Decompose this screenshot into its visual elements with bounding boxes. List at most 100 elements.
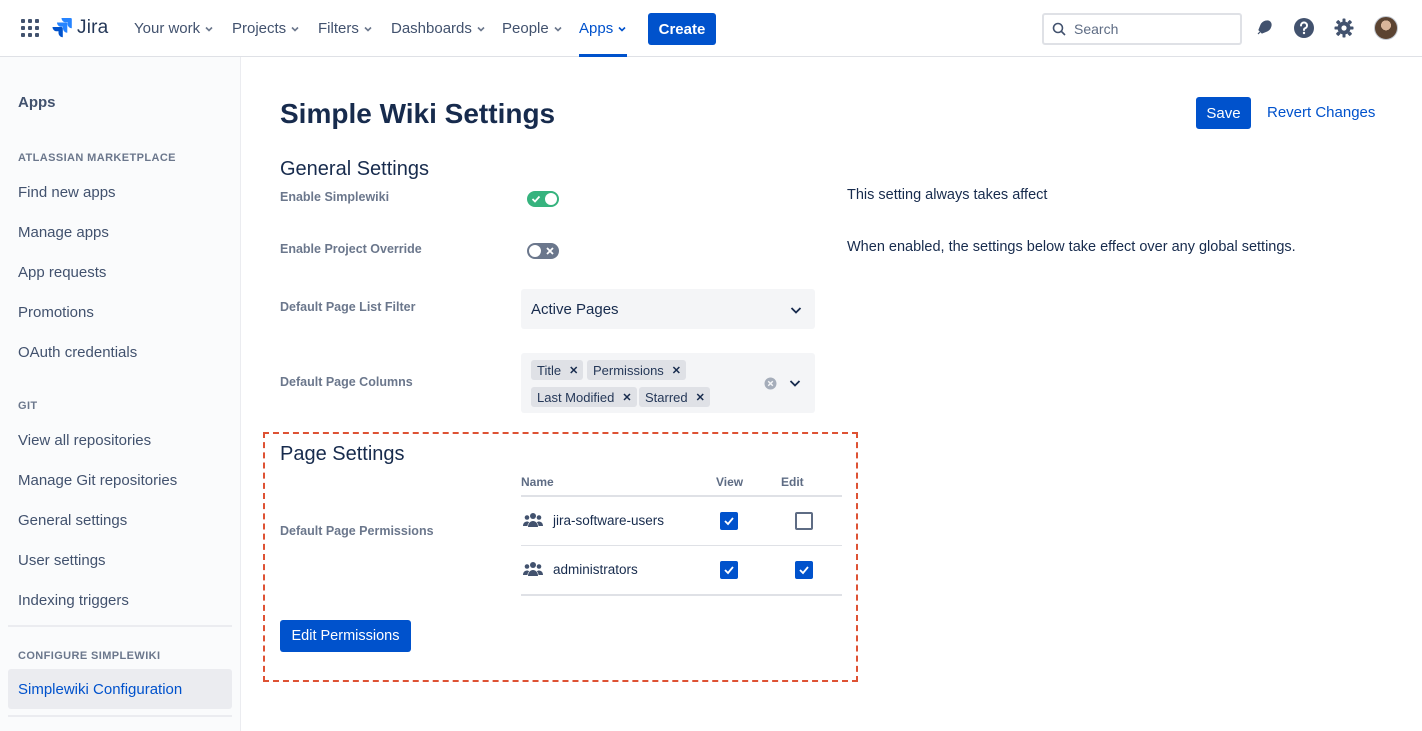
toggle-knob [529,245,541,257]
tag-label: Last Modified [537,389,615,405]
sidebar-item-app-requests[interactable]: App requests [18,264,106,281]
sidebar-item-oauth-credentials[interactable]: OAuth credentials [18,344,137,361]
sidebar-item-general-settings[interactable]: General settings [18,512,127,529]
chevron-down-icon [790,307,802,314]
revert-changes-link[interactable]: Revert Changes [1267,104,1375,121]
default-page-columns-label: Default Page Columns [280,375,413,389]
chevron-down-icon[interactable] [788,376,802,390]
group-name: jira-software-users [553,513,665,528]
check-icon [724,517,734,526]
general-settings-title: General Settings [280,158,429,180]
nav-label: People [502,20,549,37]
remove-tag-icon[interactable]: ✕ [672,364,681,377]
page-settings-title: Page Settings [280,443,405,465]
chevron-down-icon [205,26,213,32]
sidebar-divider [8,715,232,717]
default-page-list-filter-label: Default Page List Filter [280,300,416,314]
column-tag-starred: Starred ✕ [639,387,710,407]
avatar[interactable] [1374,16,1398,40]
search-placeholder: Search [1074,21,1119,37]
nav-dashboards[interactable]: Dashboards [391,0,486,57]
page-title: Simple Wiki Settings [280,98,556,129]
sidebar-divider [8,625,232,627]
group-icon [523,513,543,527]
create-button[interactable]: Create [648,13,716,45]
clear-icon[interactable] [764,377,777,390]
sidebar-item-label: Simplewiki Configuration [18,681,183,698]
enable-simplewiki-toggle[interactable] [527,191,559,207]
page-list-filter-select[interactable]: Active Pages [521,289,815,329]
sidebar-item-simplewiki-configuration[interactable]: Simplewiki Configuration [8,669,232,709]
help-icon[interactable] [1293,17,1315,39]
column-header-name: Name [521,475,554,489]
sidebar-item-indexing-triggers[interactable]: Indexing triggers [18,592,129,609]
tag-label: Title [537,362,562,378]
view-permission-checkbox[interactable] [720,512,738,530]
search-input[interactable]: Search [1042,13,1242,45]
group-icon [523,562,543,576]
search-icon [1052,22,1066,36]
nav-label: Apps [579,20,614,37]
settings-icon[interactable] [1333,17,1355,39]
edit-permission-checkbox[interactable] [795,512,813,530]
view-permission-checkbox[interactable] [720,561,738,579]
check-icon [799,566,809,575]
notifications-icon[interactable] [1254,17,1276,39]
remove-tag-icon[interactable]: ✕ [696,391,705,404]
nav-filters[interactable]: Filters [318,0,373,57]
sidebar-item-user-settings[interactable]: User settings [18,552,106,569]
chevron-down-icon [618,26,626,32]
toggle-knob [545,193,557,205]
sidebar-item-find-new-apps[interactable]: Find new apps [18,184,116,201]
sidebar-item-manage-apps[interactable]: Manage apps [18,224,109,241]
select-value: Active Pages [531,301,619,318]
column-tag-last-modified: Last Modified ✕ [531,387,637,407]
nav-projects[interactable]: Projects [232,0,300,57]
column-tag-title: Title ✕ [531,360,584,380]
enable-project-override-toggle[interactable] [527,243,559,259]
chevron-down-icon [554,26,562,32]
tag-label: Starred [645,389,688,405]
column-header-edit: Edit [781,475,804,489]
enable-project-override-label: Enable Project Override [280,242,422,256]
edit-permission-checkbox[interactable] [795,561,813,579]
nav-label: Dashboards [391,20,472,37]
remove-tag-icon[interactable]: ✕ [622,391,631,404]
save-button[interactable]: Save [1196,97,1251,129]
nav-label: Filters [318,20,359,37]
remove-tag-icon[interactable]: ✕ [569,364,578,377]
table-header-divider [521,495,842,497]
sidebar-item-promotions[interactable]: Promotions [18,304,94,321]
top-navigation: Jira Your work Projects Filters Dashboar… [0,0,1422,57]
chevron-down-icon [477,26,485,32]
sidebar-heading-configure-simplewiki: CONFIGURE SIMPLEWIKI [18,650,161,662]
nav-label: Projects [232,20,287,37]
table-row-divider [521,545,842,546]
jira-logo-icon [52,18,72,38]
table-bottom-divider [521,594,842,596]
sidebar-heading-marketplace: ATLASSIAN MARKETPLACE [18,152,176,164]
sidebar-item-view-all-repositories[interactable]: View all repositories [18,432,151,449]
edit-permissions-button[interactable]: Edit Permissions [280,620,411,652]
nav-label: Your work [134,20,201,37]
jira-logo[interactable]: Jira [52,16,108,40]
logo-text: Jira [77,17,109,38]
sidebar: Apps ATLASSIAN MARKETPLACE Find new apps… [0,57,241,731]
page-columns-multiselect[interactable]: Title ✕ Permissions ✕ Last Modified ✕ St… [521,353,815,413]
chevron-down-icon [364,26,372,32]
nav-people[interactable]: People [502,0,563,57]
sidebar-title: Apps [18,94,56,111]
column-header-view: View [716,475,744,489]
nav-your-work[interactable]: Your work [134,0,214,57]
tag-label: Permissions [593,362,664,378]
enable-project-override-hint: When enabled, the settings below take ef… [847,239,1296,255]
check-icon [531,195,541,203]
check-icon [724,566,734,575]
sidebar-item-manage-git-repositories[interactable]: Manage Git repositories [18,472,177,489]
enable-simplewiki-hint: This setting always takes affect [847,187,1048,203]
app-switcher-icon[interactable] [21,19,39,37]
enable-simplewiki-label: Enable Simplewiki [280,190,390,204]
nav-apps[interactable]: Apps [579,0,628,57]
close-icon [546,247,554,255]
sidebar-heading-git: GIT [18,400,38,412]
